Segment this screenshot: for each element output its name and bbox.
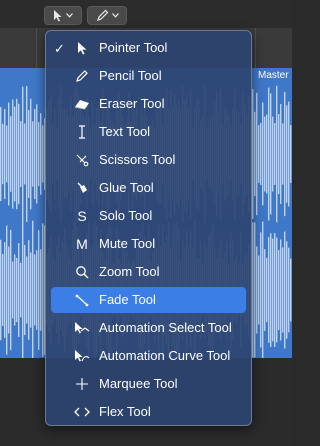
menu-item-eraser-tool[interactable]: Eraser Tool <box>51 91 246 117</box>
menu-item-automation-select-tool[interactable]: Automation Select Tool <box>51 315 246 341</box>
pointer-icon <box>54 10 62 22</box>
eraser-icon <box>73 95 91 113</box>
menu-item-zoom-tool[interactable]: Zoom Tool <box>51 259 246 285</box>
menu-item-label: Pencil Tool <box>99 68 162 83</box>
menu-item-fade-tool[interactable]: Fade Tool <box>51 287 246 313</box>
region-name: Master <box>258 70 289 81</box>
menu-item-scissors-tool[interactable]: Scissors Tool <box>51 147 246 173</box>
menu-item-label: Fade Tool <box>99 292 156 307</box>
menu-item-label: Eraser Tool <box>99 96 165 111</box>
menu-item-label: Glue Tool <box>99 180 154 195</box>
menu-item-solo-tool[interactable]: S Solo Tool <box>51 203 246 229</box>
menu-item-glue-tool[interactable]: Glue Tool <box>51 175 246 201</box>
menu-item-marquee-tool[interactable]: Marquee Tool <box>51 371 246 397</box>
menu-item-label: Automation Curve Tool <box>99 348 231 363</box>
mute-icon: M <box>76 236 88 252</box>
menu-item-mute-tool[interactable]: M Mute Tool <box>51 231 246 257</box>
menu-item-label: Automation Select Tool <box>99 320 232 335</box>
chevron-down-icon <box>111 13 119 18</box>
command-click-tool-button[interactable] <box>87 6 127 25</box>
menu-item-automation-curve-tool[interactable]: Automation Curve Tool <box>51 343 246 369</box>
menu-item-label: Zoom Tool <box>99 264 160 279</box>
menu-item-label: Text Tool <box>99 124 151 139</box>
menu-item-label: Flex Tool <box>99 404 151 419</box>
automation-select-icon <box>73 319 91 337</box>
menu-item-label: Pointer Tool <box>99 40 168 55</box>
menu-item-label: Scissors Tool <box>99 152 176 167</box>
solo-icon: S <box>77 208 87 224</box>
menu-item-label: Marquee Tool <box>99 376 178 391</box>
marquee-icon <box>73 375 91 393</box>
menu-item-label: Mute Tool <box>99 236 156 251</box>
fade-icon <box>73 291 91 309</box>
menu-item-pointer-tool[interactable]: ✓ Pointer Tool <box>51 35 246 61</box>
menu-item-flex-tool[interactable]: Flex Tool <box>51 399 246 425</box>
pencil-icon <box>73 67 91 85</box>
chevron-down-icon <box>66 13 73 18</box>
left-click-tool-button[interactable] <box>44 6 82 25</box>
menu-item-label: Solo Tool <box>99 208 153 223</box>
pencil-icon <box>96 9 108 21</box>
menu-item-pencil-tool[interactable]: Pencil Tool <box>51 63 246 89</box>
zoom-icon <box>73 263 91 281</box>
menu-item-text-tool[interactable]: Text Tool <box>51 119 246 145</box>
flex-icon <box>73 403 91 421</box>
tool-menu: ✓ Pointer Tool Pencil Tool Eraser Tool Text … <box>45 30 252 426</box>
pointer-icon <box>73 39 91 57</box>
automation-curve-icon <box>73 347 91 365</box>
text-cursor-icon <box>73 123 91 141</box>
glue-icon <box>73 179 91 197</box>
checkmark-icon: ✓ <box>54 41 65 56</box>
scissors-icon <box>73 151 91 169</box>
toolbar <box>0 0 292 29</box>
